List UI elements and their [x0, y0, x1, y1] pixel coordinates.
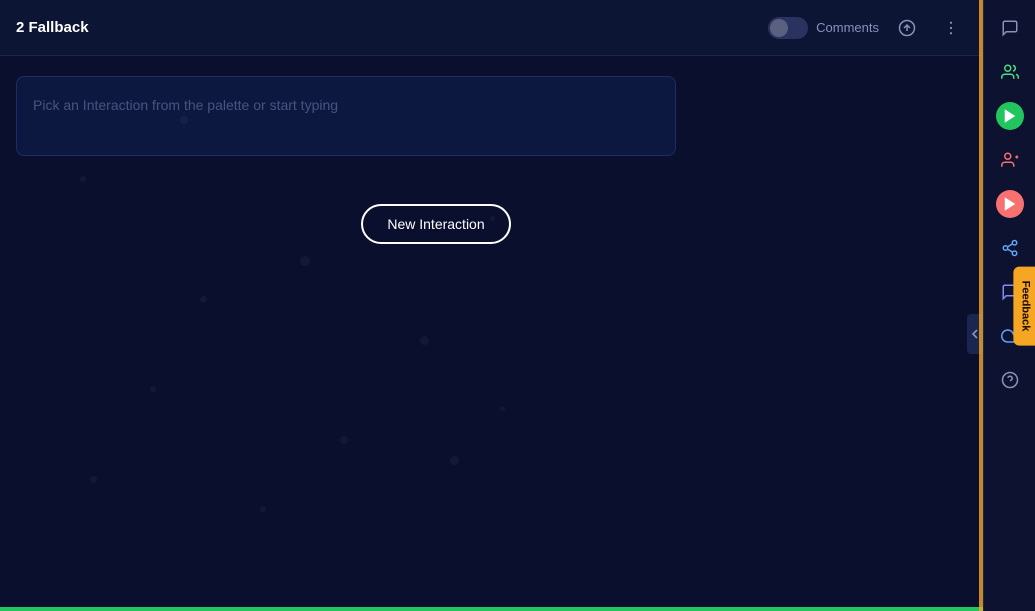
sidebar-share-button[interactable]: [990, 228, 1030, 268]
play-icon: [1001, 107, 1019, 125]
play-red-circle: [996, 190, 1024, 218]
sidebar-play-red-button[interactable]: [990, 184, 1030, 224]
sidebar-broadcast-button[interactable]: [990, 140, 1030, 180]
page-title: 2 Fallback: [16, 19, 756, 36]
share-icon: [1001, 239, 1019, 257]
right-sidebar: Feedback: [983, 0, 1035, 611]
chat-icon: [1001, 19, 1019, 37]
sidebar-users-button[interactable]: [990, 52, 1030, 92]
sidebar-chat-button[interactable]: [990, 8, 1030, 48]
feedback-tab[interactable]: Feedback: [1014, 266, 1035, 345]
bottom-status-bar: [0, 607, 983, 611]
sidebar-play-button[interactable]: [990, 96, 1030, 136]
play-red-icon: [1001, 195, 1019, 213]
top-bar: 2 Fallback Comments: [0, 0, 983, 56]
comments-toggle[interactable]: [768, 17, 808, 39]
toggle-thumb: [770, 19, 788, 37]
export-icon: [898, 19, 916, 37]
users-broadcast-icon: [1001, 151, 1019, 169]
help-icon: [1001, 371, 1019, 389]
comments-label: Comments: [816, 20, 879, 35]
main-area: 2 Fallback Comments: [0, 0, 983, 611]
interaction-input[interactable]: Pick an Interaction from the palette or …: [16, 76, 676, 156]
users-icon: [1001, 63, 1019, 81]
export-button[interactable]: [891, 12, 923, 44]
play-circle: [996, 102, 1024, 130]
new-interaction-button[interactable]: New Interaction: [361, 204, 510, 244]
more-options-button[interactable]: [935, 12, 967, 44]
more-vertical-icon: [942, 19, 960, 37]
sidebar-help-button[interactable]: [990, 360, 1030, 400]
comments-toggle-area: Comments: [768, 17, 879, 39]
content-area: Pick an Interaction from the palette or …: [0, 56, 983, 611]
interaction-placeholder: Pick an Interaction from the palette or …: [33, 97, 338, 113]
